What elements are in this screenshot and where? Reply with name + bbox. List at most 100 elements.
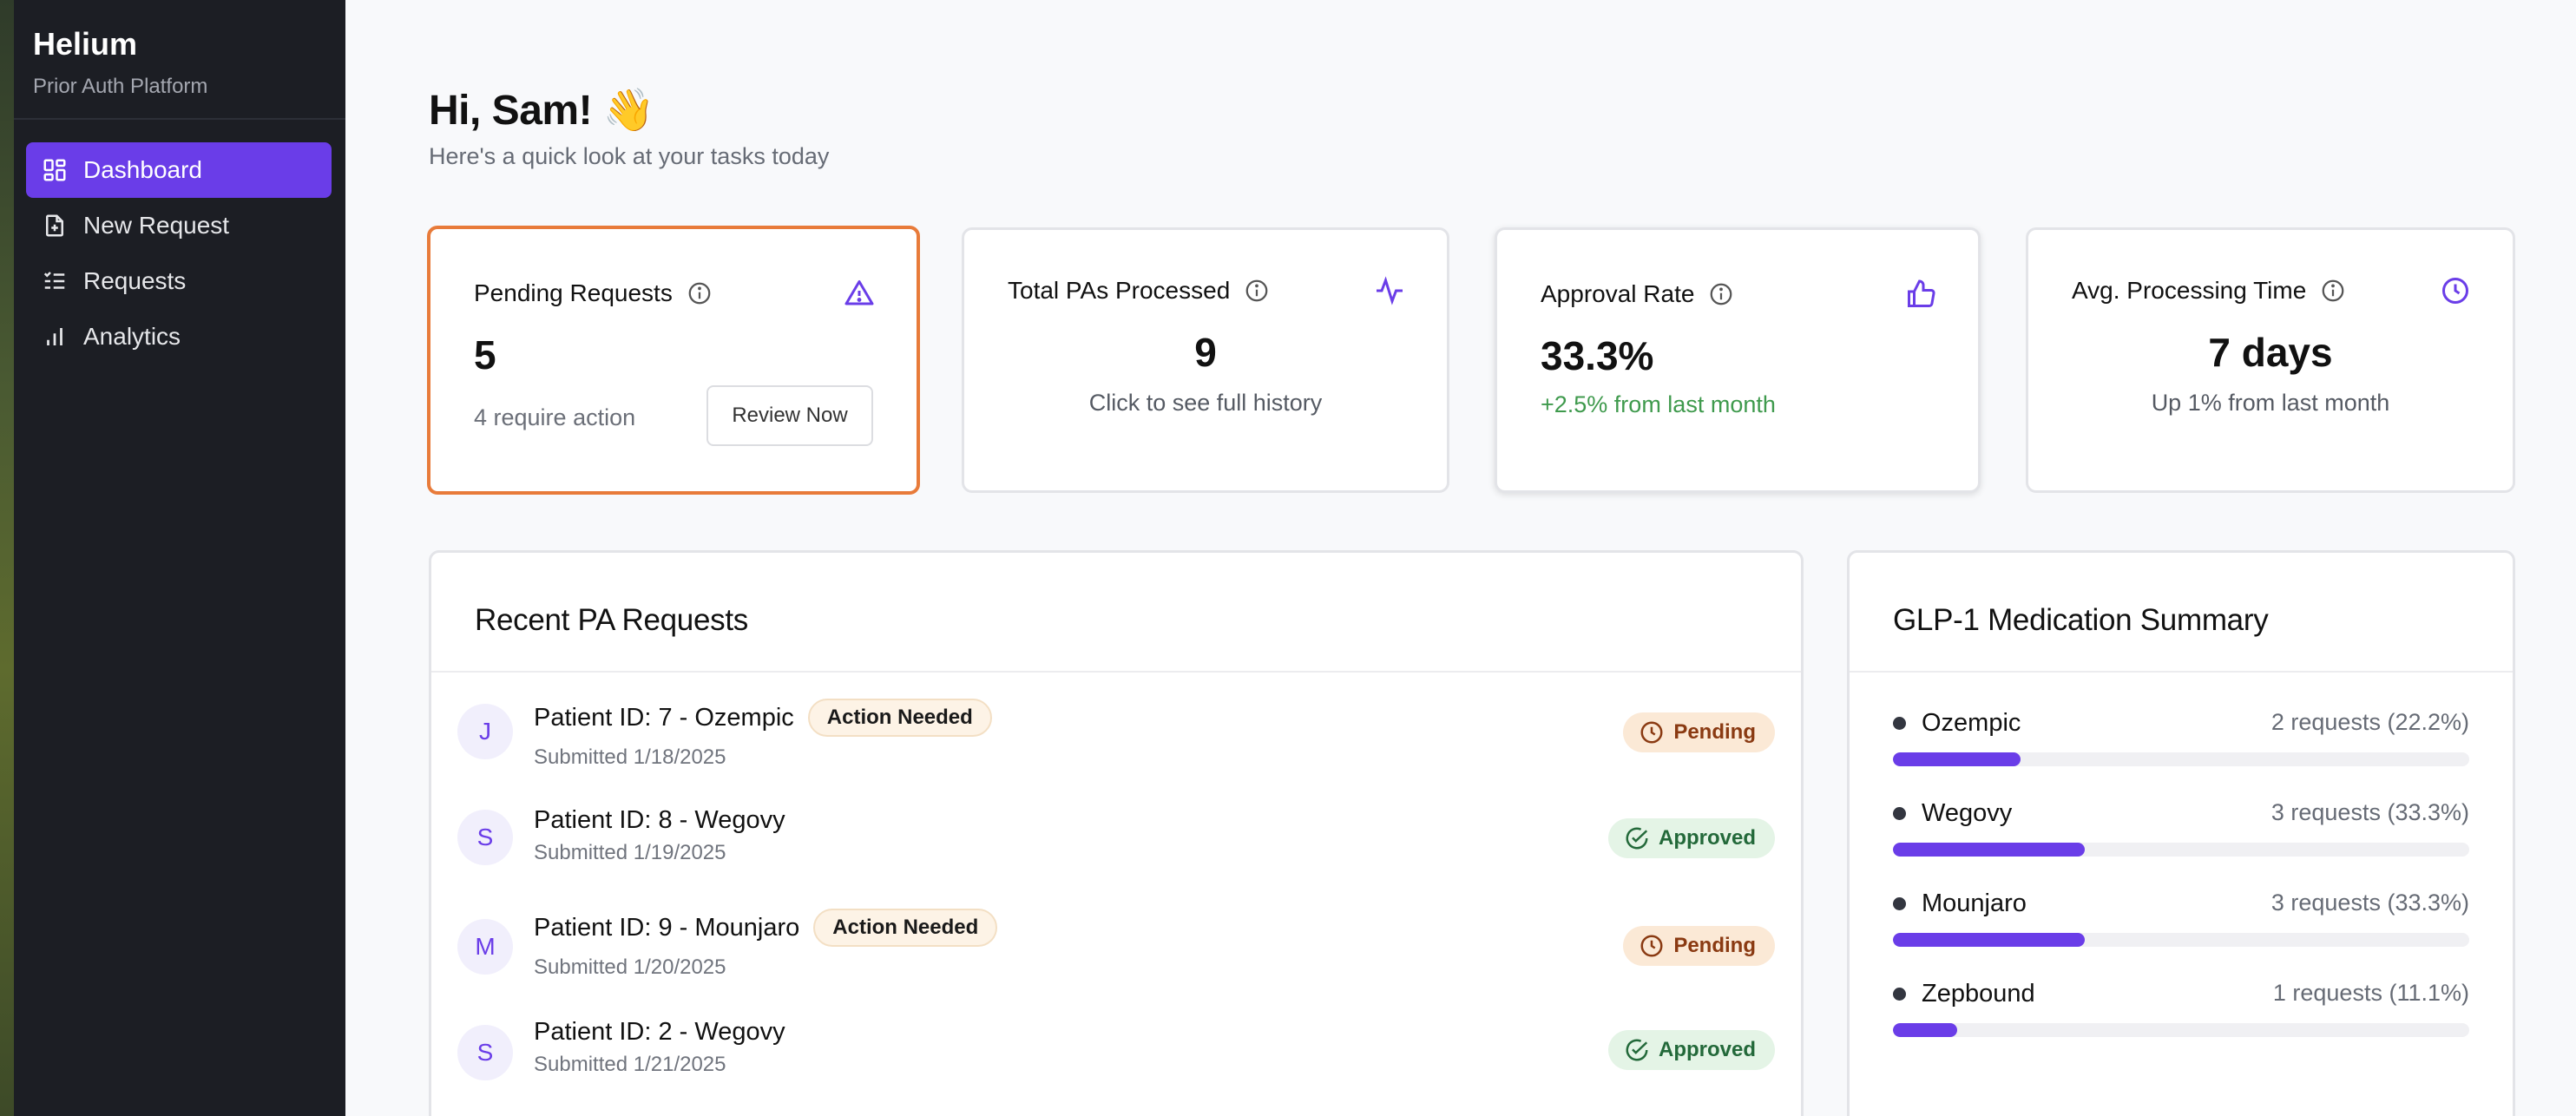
stat-label: Pending Requests [474, 279, 673, 306]
avatar: S [457, 810, 513, 865]
status-label: Approved [1658, 1038, 1756, 1061]
request-title-text: Patient ID: 9 - Mounjaro [534, 913, 800, 942]
info-icon[interactable] [1708, 281, 1734, 307]
stat-header: Avg. Processing Time [2072, 277, 2346, 305]
submitted-date: Submitted 1/21/2025 [534, 1053, 726, 1076]
medication-name: Ozempic [1893, 709, 2021, 738]
medication-label: Mounjaro [1922, 890, 2027, 917]
info-icon[interactable] [1244, 278, 1270, 304]
brand-subtitle: Prior Auth Platform [33, 75, 208, 98]
medication-label: Ozempic [1922, 709, 2021, 737]
panel-title: GLP-1 Medication Summary [1893, 603, 2269, 637]
medication-count: 2 requests (22.2%) [2270, 709, 2469, 735]
panel-title: Recent PA Requests [475, 603, 748, 637]
sidebar: Helium Prior Auth Platform Dashboard New… [14, 0, 345, 1116]
status-label: Approved [1658, 826, 1756, 850]
request-title-text: Patient ID: 2 - Wegovy [534, 1018, 785, 1046]
total-pas-card[interactable]: Total PAs Processed 9 Click to see full … [962, 227, 1449, 493]
avatar: J [457, 704, 513, 759]
table-row[interactable]: J Patient ID: 7 - Ozempic Action Needed … [457, 692, 1775, 778]
sidebar-item-new-request[interactable]: New Request [26, 198, 332, 253]
bullet-dot-icon [1893, 988, 1906, 1001]
main-content: Hi, Sam! 👋 Here's a quick look at your t… [345, 0, 2576, 1116]
review-now-button[interactable]: Review Now [706, 385, 873, 446]
medication-progress-track [1893, 1023, 2469, 1037]
table-row[interactable]: M Patient ID: 9 - Mounjaro Action Needed… [457, 902, 1775, 988]
medication-row: Wegovy 3 requests (33.3%) [1893, 799, 2469, 877]
sidebar-item-label: Dashboard [83, 156, 202, 183]
sidebar-item-dashboard[interactable]: Dashboard [26, 142, 332, 198]
desktop-wallpaper-edge [0, 0, 14, 1116]
status-badge: Pending [1623, 712, 1775, 752]
status-badge: Approved [1607, 1030, 1775, 1070]
clock-icon [1640, 935, 1663, 957]
medication-progress-track [1893, 933, 2469, 947]
glp1-medication-summary-panel: GLP-1 Medication Summary Ozempic 2 reques… [1847, 550, 2515, 1116]
medication-row: Mounjaro 3 requests (33.3%) [1893, 890, 2469, 968]
sidebar-item-label: Requests [83, 267, 187, 294]
page-title: Hi, Sam! 👋 [429, 88, 655, 134]
sidebar-item-analytics[interactable]: Analytics [26, 309, 332, 364]
activity-pulse-icon [1377, 276, 1403, 305]
stat-note: Click to see full history [1088, 390, 1323, 416]
list-check-icon [42, 268, 68, 294]
bullet-dot-icon [1893, 897, 1906, 910]
medication-progress-fill [1893, 1023, 1957, 1037]
warning-triangle-icon [844, 280, 874, 305]
medication-label: Zepbound [1922, 980, 2035, 1008]
submitted-date: Submitted 1/18/2025 [534, 745, 726, 769]
panel-divider [431, 671, 1801, 673]
stat-value: 9 [1194, 330, 1217, 375]
stat-header: Total PAs Processed [1008, 277, 1270, 305]
stat-note: +2.5% from last month [1541, 391, 1776, 417]
recent-pa-requests-panel: Recent PA Requests J Patient ID: 7 - Oze… [429, 550, 1804, 1116]
panel-divider [1850, 671, 2513, 673]
status-badge: Approved [1607, 818, 1775, 858]
table-row[interactable]: S Patient ID: 8 - Wegovy Submitted 1/19/… [457, 798, 1775, 884]
stat-label: Total PAs Processed [1008, 277, 1231, 304]
greeting: Hi, Sam! 👋 Here's a quick look at your t… [429, 85, 829, 170]
request-title: Patient ID: 8 - Wegovy [534, 806, 785, 835]
thumbs-up-icon [1908, 279, 1935, 307]
medication-count: 3 requests (33.3%) [2270, 799, 2469, 825]
sidebar-item-requests[interactable]: Requests [26, 253, 332, 309]
avg-processing-time-card[interactable]: Avg. Processing Time 7 days Up 1% from l… [2026, 227, 2515, 493]
medication-name: Wegovy [1893, 799, 2012, 828]
clock-icon [2442, 278, 2468, 304]
status-label: Pending [1673, 720, 1756, 744]
info-icon[interactable] [687, 280, 713, 306]
submitted-date: Submitted 1/20/2025 [534, 955, 726, 979]
medication-count: 1 requests (11.1%) [2272, 980, 2469, 1006]
request-title: Patient ID: 7 - Ozempic Action Needed [534, 699, 992, 737]
request-title-text: Patient ID: 7 - Ozempic [534, 703, 794, 732]
status-label: Pending [1673, 934, 1756, 957]
medication-progress-track [1893, 752, 2469, 766]
stat-value: 5 [474, 332, 496, 377]
stat-value: 7 days [2208, 330, 2333, 375]
medication-progress-fill [1893, 933, 2086, 947]
dashboard-icon [42, 157, 68, 183]
request-title: Patient ID: 2 - Wegovy [534, 1018, 785, 1047]
medication-progress-track [1893, 843, 2469, 857]
sidebar-nav: Dashboard New Request Requests Analytics [26, 142, 332, 364]
info-icon[interactable] [2320, 278, 2346, 304]
check-circle-icon [1626, 1039, 1648, 1061]
stat-value: 33.3% [1541, 333, 1654, 378]
page-subtitle: Here's a quick look at your tasks today [429, 143, 830, 169]
medication-row: Zepbound 1 requests (11.1%) [1893, 980, 2469, 1058]
avatar: M [457, 919, 513, 975]
medication-progress-fill [1893, 843, 2086, 857]
medication-name: Zepbound [1893, 980, 2035, 1008]
action-needed-badge: Action Needed [813, 909, 998, 947]
action-needed-badge: Action Needed [807, 699, 992, 737]
approval-rate-card[interactable]: Approval Rate 33.3% +2.5% from last mont… [1495, 227, 1981, 493]
medication-progress-fill [1893, 752, 2021, 766]
table-row[interactable]: S Patient ID: 2 - Wegovy Submitted 1/21/… [457, 1009, 1775, 1096]
brand: Helium Prior Auth Platform [33, 26, 207, 99]
sidebar-item-label: Analytics [83, 323, 181, 350]
pending-requests-card[interactable]: Pending Requests 5 4 require action Revi… [427, 226, 920, 495]
medication-count: 3 requests (33.3%) [2270, 890, 2469, 916]
stat-header: Pending Requests [474, 279, 713, 307]
stat-note: Up 1% from last month [2151, 390, 2390, 416]
stat-note: 4 require action [474, 404, 636, 430]
